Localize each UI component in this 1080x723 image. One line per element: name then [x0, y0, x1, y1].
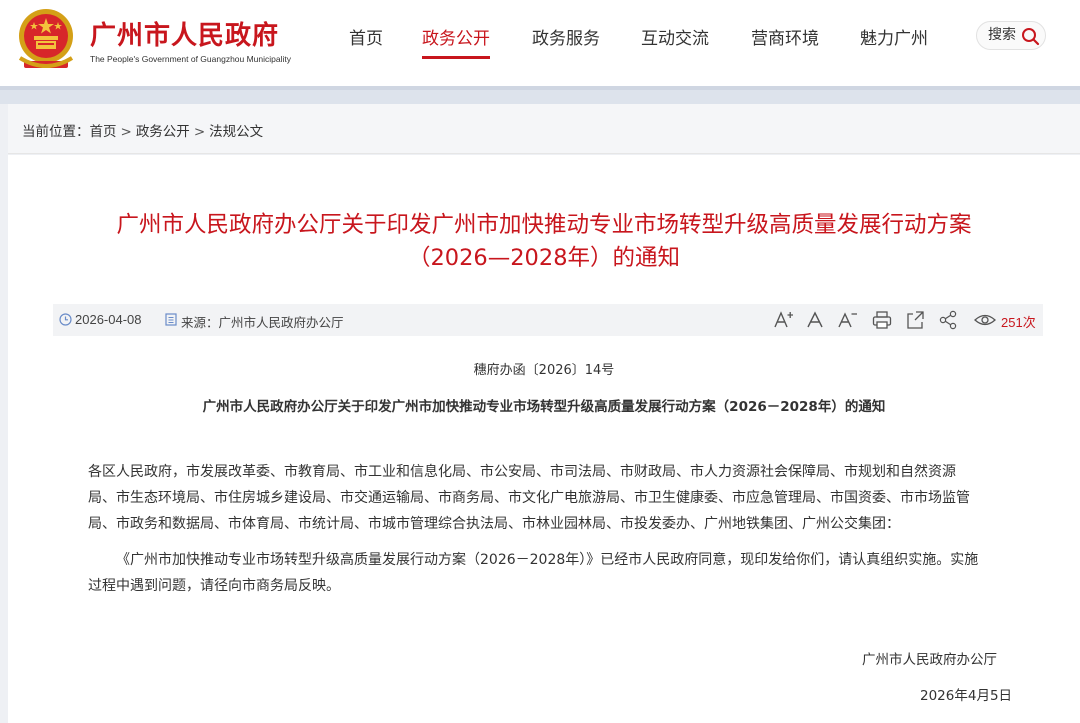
nav-business-environment[interactable]: 营商环境 [751, 24, 819, 64]
breadcrumb-regulations[interactable]: 法规公文 [209, 124, 263, 140]
breadcrumb-government-affairs[interactable]: 政务公开 [136, 124, 190, 140]
font-decrease-icon[interactable] [836, 309, 858, 331]
breadcrumb-bar: 当前位置：首页 > 政务公开 > 法规公文 [8, 104, 1080, 154]
site-name[interactable]: 广州市人民政府 [90, 15, 279, 52]
article-meta-bar: 2026-04-08 来源：广州市人民政府办公厅 251次 [53, 304, 1043, 336]
nav-home[interactable]: 首页 [349, 24, 383, 64]
document-number: 穗府办函〔2026〕14号 [473, 363, 615, 378]
header-divider [0, 86, 1080, 104]
body-line: 过程中遇到问题，请径向市商务局反映。 [88, 578, 340, 594]
font-increase-icon[interactable] [772, 309, 794, 331]
body-paragraph: 《广州市加快推动专业市场转型升级高质量发展行动方案（2026－2028年）》已经… [88, 547, 1018, 599]
eye-icon [974, 314, 996, 326]
nav-charming-guangzhou[interactable]: 魅力广州 [860, 24, 928, 64]
sign-date: 2026年4月5日 [920, 688, 1013, 704]
share-external-icon[interactable] [904, 309, 926, 331]
font-normal-icon[interactable] [804, 309, 826, 331]
search-label: 搜索 [988, 27, 1016, 43]
national-emblem-icon[interactable] [14, 6, 78, 74]
nav-government-services[interactable]: 政务服务 [532, 24, 600, 64]
recipients-paragraph: 各区人民政府，市发展改革委、市教育局、市工业和信息化局、市公安局、市司法局、市财… [88, 459, 1018, 537]
breadcrumb: 当前位置：首页 > 政务公开 > 法规公文 [22, 120, 263, 140]
share-icon[interactable] [937, 309, 959, 331]
view-count: 251次 [1001, 315, 1036, 330]
recipients-line: 各区人民政府，市发展改革委、市教育局、市工业和信息化局、市公安局、市司法局、市财… [88, 464, 956, 480]
site-name-english: The People's Government of Guangzhou Mun… [90, 54, 292, 64]
recipients-line: 局、市政务和数据局、市体育局、市统计局、市城市管理综合执法局、市林业园林局、市投… [88, 516, 900, 532]
document-title: 广州市人民政府办公厅关于印发广州市加快推动专业市场转型升级高质量发展行动方案（2… [202, 399, 886, 415]
recipients-line: 局、市生态环境局、市住房城乡建设局、市交通运输局、市商务局、市文化广电旅游局、市… [88, 490, 970, 506]
breadcrumb-separator: > [120, 124, 132, 140]
search-icon [1022, 28, 1040, 46]
search-button[interactable]: 搜索 [976, 21, 1046, 50]
clock-icon [59, 313, 72, 326]
signature: 广州市人民政府办公厅 [862, 652, 997, 668]
article-title-line2: （2026—2028年）的通知 [407, 245, 681, 271]
breadcrumb-prefix: 当前位置： [22, 124, 90, 140]
document-icon [165, 313, 177, 326]
nav-interaction[interactable]: 互动交流 [641, 24, 709, 64]
publish-date: 2026-04-08 [75, 312, 142, 327]
article-title-line1: 广州市人民政府办公厅关于印发广州市加快推动专业市场转型升级高质量发展行动方案 [116, 212, 972, 238]
body-line: 《广州市加快推动专业市场转型升级高质量发展行动方案（2026－2028年）》已经… [116, 552, 979, 568]
article-source: 来源：广州市人民政府办公厅 [181, 315, 344, 330]
breadcrumb-home[interactable]: 首页 [90, 124, 117, 140]
print-icon[interactable] [871, 309, 893, 331]
site-header: 广州市人民政府 The People's Government of Guang… [0, 0, 1080, 86]
article-panel: 广州市人民政府办公厅关于印发广州市加快推动专业市场转型升级高质量发展行动方案 （… [8, 155, 1080, 723]
nav-government-affairs[interactable]: 政务公开 [422, 24, 490, 64]
breadcrumb-separator: > [193, 124, 206, 140]
